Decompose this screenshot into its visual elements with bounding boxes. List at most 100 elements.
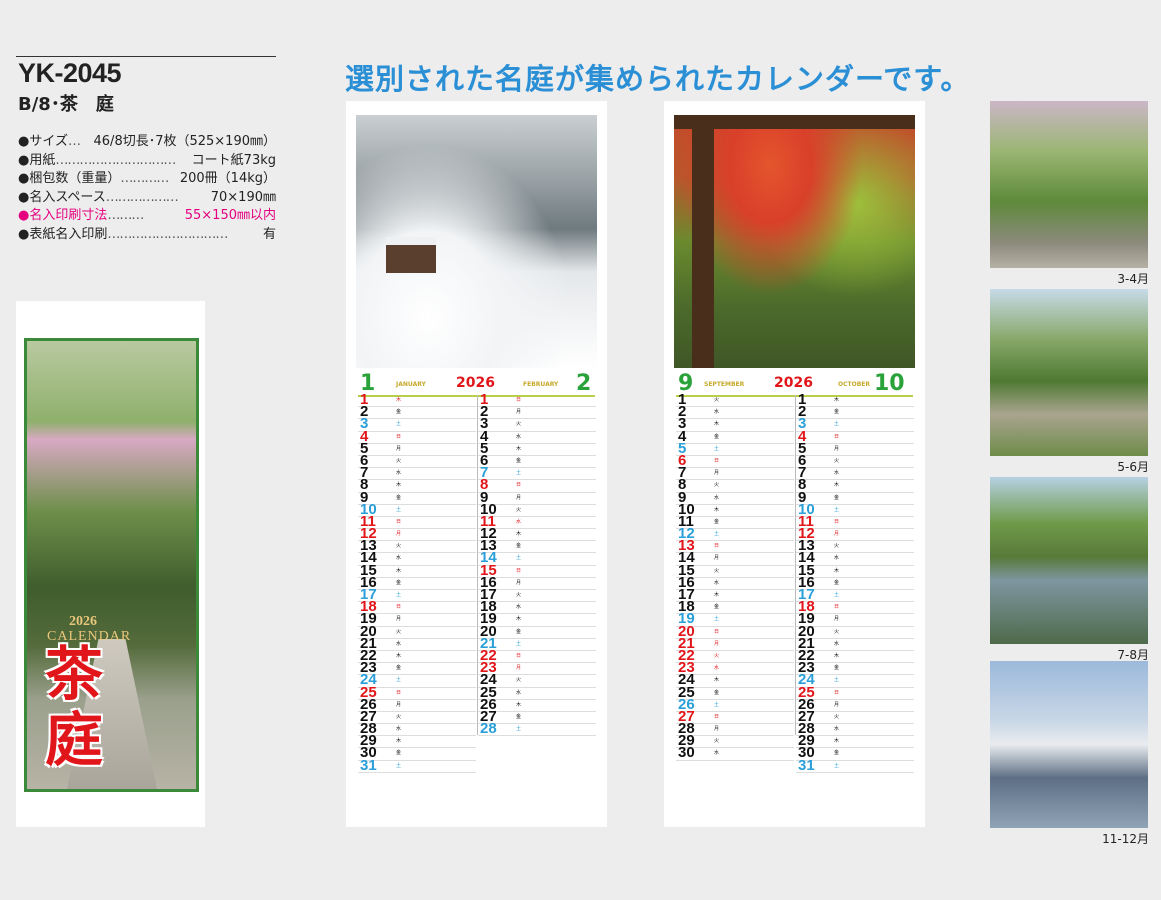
weekday-label: 日 [516,397,522,403]
weekday-label: 月 [714,470,720,477]
weekday-label: 土 [714,445,720,452]
left-month-days: 1 木 2 金 3 土 4 日 5 月 6 火 7 水 8 木 9 金 10 土 11 日 12 月 13 火 14 水 15 木 16 金 1… [358,392,476,773]
left-month-name: JANUARY [396,381,426,388]
weekday-label: 日 [834,433,840,440]
weekday-label: 木 [516,616,522,623]
day-row: 5月 [358,441,476,456]
weekday-label: 火 [834,713,840,720]
right-month-name: FEBRUARY [523,381,559,388]
day-row: 2金 [358,404,476,420]
day-row: 4金 [676,429,794,444]
calendar-cover: 2026 CALENDAR 茶 庭 [16,301,205,827]
weekday-label: 火 [516,592,522,598]
day-row: 3火 [478,416,596,432]
weekday-label: 金 [714,518,720,525]
day-row: 7水 [358,465,476,481]
weekday-label: 水 [516,518,522,525]
day-row: 28 土 [478,721,596,737]
day-row: 4水 [478,429,596,444]
day-row: 3土 [358,416,476,432]
weekday-label: 日 [834,689,840,696]
cover-title-char-1: 茶 [45,640,104,708]
weekday-label: 水 [714,750,720,757]
weekday-label: 火 [516,677,522,684]
weekday-label: 土 [516,555,522,562]
day-row: 2金 [796,404,914,420]
day-row: 8木 [358,477,476,493]
weekday-label: 土 [714,616,720,623]
weekday-label: 水 [396,726,402,733]
weekday-label: 金 [516,543,522,550]
weekday-label: 金 [714,689,720,696]
day-row: 7土 [478,465,596,481]
winter-garden-photo [356,115,597,368]
weekday-label: 土 [834,421,840,428]
weekday-label: 土 [834,762,840,769]
weekday-label: 木 [834,738,840,745]
weekday-label: 火 [396,543,402,550]
thumbnail-photo [990,661,1148,828]
cover-title-char-2: 庭 [45,706,104,774]
weekday-label: 土 [834,592,840,598]
weekday-label: 水 [516,604,522,611]
spec-size: ●サイズ… 46/8切長･7枚（525×190㎜） [18,134,276,149]
weekday-label: 水 [516,433,522,440]
weekday-label: 水 [714,665,720,672]
day-row: 4日 [796,429,914,444]
weekday-label: 水 [834,726,840,733]
weekday-label: 月 [396,701,402,708]
weekday-label: 土 [834,506,840,513]
weekday-label: 金 [834,750,840,757]
weekday-label: 土 [834,677,840,684]
weekday-label: 金 [834,494,840,501]
weekday-label: 水 [396,640,402,647]
weekday-label: 月 [516,409,522,416]
spec-cover-print: ●表紙名入印刷………………………… 有 [18,226,276,242]
weekday-label: 日 [396,604,402,611]
weekday-label: 木 [834,397,840,403]
weekday-label: 火 [396,713,402,720]
weekday-label: 木 [714,592,720,598]
weekday-label: 火 [714,397,720,403]
weekday-label: 日 [516,482,522,489]
right-month-days: 1 木 2 金 3 土 4 日 5 月 6 火 7 水 8 木 9 金 10 土 11 日 12 月 13 火 14 水 15 木 16 金 1… [795,392,914,773]
right-month-name: OCTOBER [838,381,870,388]
weekday-label: 水 [834,470,840,477]
weekday-label: 木 [834,567,840,574]
weekday-label: 月 [516,494,522,501]
weekday-label: 金 [396,579,402,586]
weekday-label: 火 [834,543,840,550]
weekday-label: 火 [396,628,402,635]
weekday-label: 木 [396,652,402,659]
spec-packing: ●梱包数（重量）………… 200冊（14kg） [18,171,276,186]
weekday-label: 月 [834,701,840,708]
weekday-label: 金 [714,604,720,611]
weekday-label: 土 [714,701,720,708]
weekday-label: 火 [714,482,720,489]
day-row: 8木 [796,477,914,493]
day-row: 1日 [478,392,596,408]
day-row: 3木 [676,416,794,432]
weekday-label: 金 [834,579,840,586]
cover-photo: 2026 CALENDAR 茶 庭 [24,338,199,792]
day-row: 7月 [676,465,794,481]
weekday-label: 金 [714,433,720,440]
weekday-label: 金 [396,750,402,757]
day-row: 3土 [796,416,914,432]
day-row: 2水 [676,404,794,420]
day-row: 30 水 [676,745,794,761]
weekday-label: 火 [516,506,522,513]
weekday-label: 土 [396,762,402,769]
weekday-label: 木 [396,567,402,574]
weekday-label: 水 [714,494,720,501]
weekday-label: 日 [396,433,402,440]
weekday-label: 水 [834,640,840,647]
thumbnail-jul-aug [990,477,1148,644]
thumbnail-photo [990,477,1148,644]
weekday-label: 金 [516,628,522,635]
weekday-label: 月 [834,616,840,623]
day-row: 2月 [478,404,596,420]
weekday-label: 火 [714,738,720,745]
day-row: 8日 [478,477,596,493]
day-row: 6金 [478,453,596,469]
